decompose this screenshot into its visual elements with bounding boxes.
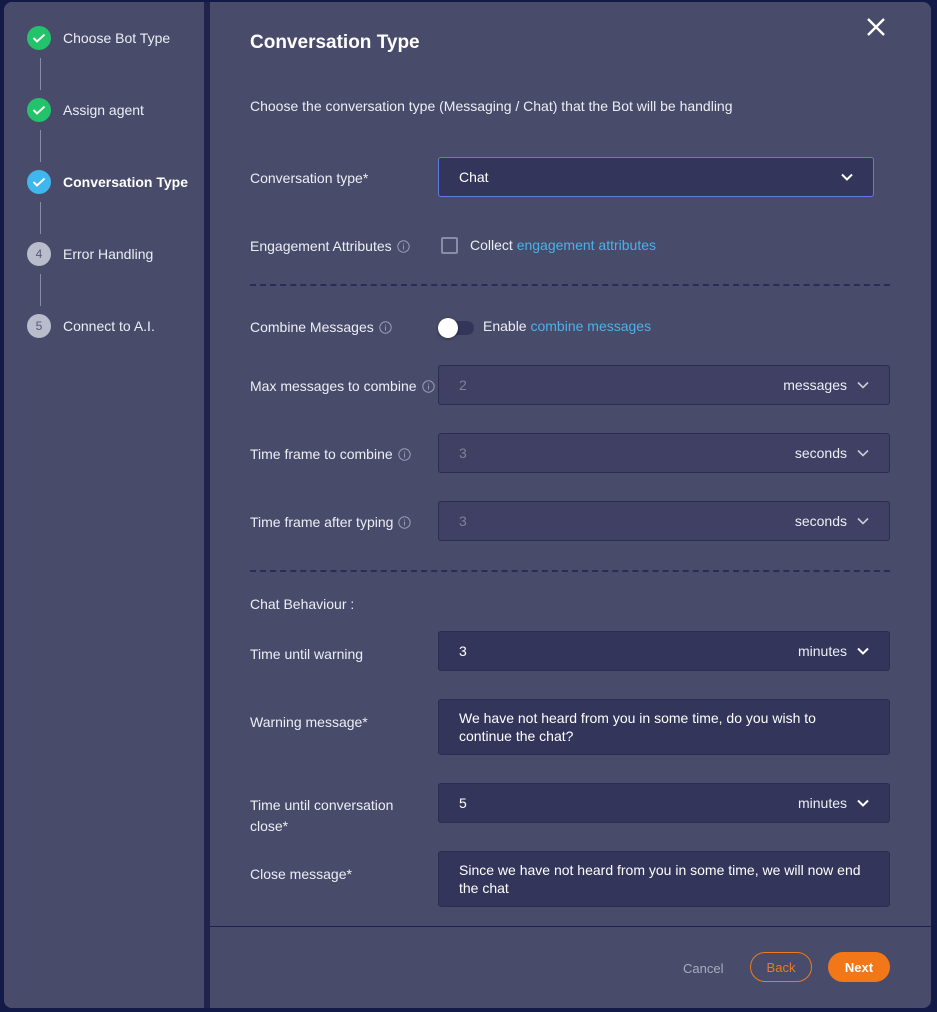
label-text: Close message*	[250, 866, 352, 882]
field-value: 2	[459, 377, 467, 393]
info-icon[interactable]	[397, 448, 411, 461]
page-description: Choose the conversation type (Messaging …	[250, 98, 733, 114]
engagement-attributes-label: Engagement Attributes	[250, 236, 410, 257]
time-until-close-label: Time until conversation close*	[250, 795, 393, 837]
time-frame-typing-label: Time frame after typing	[250, 512, 412, 533]
chevron-down-icon	[857, 449, 869, 457]
wizard-modal: Choose Bot Type Assign agent Conversatio…	[4, 2, 931, 1008]
field-value: 5	[459, 795, 467, 811]
check-icon	[27, 170, 51, 194]
warning-message-textarea[interactable]: We have not heard from you in some time,…	[438, 699, 890, 755]
label-text: Conversation type*	[250, 170, 369, 186]
step-conversation-type[interactable]: Conversation Type	[27, 170, 188, 194]
unit-select[interactable]: minutes	[798, 643, 847, 659]
selected-value: Chat	[459, 169, 489, 185]
warning-message-label: Warning message*	[250, 712, 368, 733]
close-icon[interactable]	[865, 16, 887, 38]
field-value: 3	[459, 445, 467, 461]
step-error-handling[interactable]: 4 Error Handling	[27, 242, 153, 266]
unit-select[interactable]: minutes	[798, 795, 847, 811]
chevron-down-icon	[857, 381, 869, 389]
step-label: Assign agent	[63, 102, 144, 118]
engagement-attributes-link[interactable]: engagement attributes	[517, 237, 656, 253]
time-until-warning-field[interactable]: 3 minutes	[438, 631, 890, 671]
step-connect-ai[interactable]: 5 Connect to A.I.	[27, 314, 155, 338]
chevron-down-icon	[841, 173, 853, 181]
toggle-knob	[438, 318, 458, 338]
next-button[interactable]: Next	[828, 952, 890, 982]
info-icon[interactable]	[396, 240, 410, 253]
close-message-label: Close message*	[250, 864, 352, 885]
main-panel: Conversation Type Choose the conversatio…	[210, 2, 931, 1008]
info-icon[interactable]	[421, 380, 435, 393]
label-text: Time until conversation	[250, 797, 394, 813]
page-title: Conversation Type	[250, 32, 420, 53]
cancel-button[interactable]: Cancel	[683, 961, 723, 976]
step-connector	[40, 202, 41, 234]
info-icon[interactable]	[379, 321, 392, 334]
toggle-prefix: Enable	[483, 318, 527, 334]
chevron-down-icon	[857, 647, 869, 655]
step-number: 4	[27, 242, 51, 266]
check-icon	[27, 98, 51, 122]
max-messages-field[interactable]: 2 messages	[438, 365, 890, 405]
chat-behaviour-heading: Chat Behaviour :	[250, 596, 355, 612]
conversation-type-select[interactable]: Chat	[438, 157, 874, 197]
label-text: Time frame to combine	[250, 446, 393, 462]
label-text: Time until warning	[250, 646, 364, 662]
max-messages-label: Max messages to combine	[250, 376, 435, 397]
time-frame-combine-label: Time frame to combine	[250, 444, 411, 465]
label-text: Time frame after typing	[250, 514, 394, 530]
footer-divider	[210, 926, 931, 927]
field-value: 3	[459, 643, 467, 659]
step-label: Conversation Type	[63, 174, 188, 190]
label-text: Max messages to combine	[250, 378, 417, 394]
close-message-textarea[interactable]: Since we have not heard from you in some…	[438, 851, 890, 907]
combine-messages-link[interactable]: combine messages	[530, 318, 651, 334]
combine-messages-label: Combine Messages	[250, 317, 392, 338]
label-text: Combine Messages	[250, 319, 374, 335]
check-icon	[27, 26, 51, 50]
unit-select[interactable]: messages	[783, 377, 847, 393]
step-assign-agent[interactable]: Assign agent	[27, 98, 144, 122]
section-divider	[250, 570, 890, 572]
combine-messages-toggle[interactable]	[438, 318, 474, 338]
stepper-sidebar: Choose Bot Type Assign agent Conversatio…	[4, 2, 204, 1008]
back-button[interactable]: Back	[750, 952, 812, 982]
field-value: 3	[459, 513, 467, 529]
time-until-warning-label: Time until warning	[250, 644, 363, 665]
combine-toggle-label: Enable combine messages	[483, 318, 651, 334]
time-frame-typing-field[interactable]: 3 seconds	[438, 501, 890, 541]
conversation-type-label: Conversation type*	[250, 168, 368, 189]
chevron-down-icon	[857, 517, 869, 525]
checkbox-prefix: Collect	[470, 237, 513, 253]
step-choose-bot-type[interactable]: Choose Bot Type	[27, 26, 170, 50]
unit-select[interactable]: seconds	[795, 445, 847, 461]
engagement-attributes-checkbox[interactable]	[441, 237, 458, 254]
time-until-close-field[interactable]: 5 minutes	[438, 783, 890, 823]
step-connector	[40, 58, 41, 90]
step-label: Choose Bot Type	[63, 30, 171, 46]
label-text: Warning message*	[250, 714, 368, 730]
step-connector	[40, 130, 41, 162]
step-connector	[40, 274, 41, 306]
chevron-down-icon	[857, 799, 869, 807]
engagement-checkbox-label: Collect engagement attributes	[470, 237, 656, 253]
label-text: Engagement Attributes	[250, 238, 392, 254]
section-divider	[250, 284, 890, 286]
unit-select[interactable]: seconds	[795, 513, 847, 529]
time-frame-combine-field[interactable]: 3 seconds	[438, 433, 890, 473]
info-icon[interactable]	[398, 516, 412, 529]
label-text: close*	[250, 818, 289, 834]
step-label: Error Handling	[63, 246, 154, 262]
step-label: Connect to A.I.	[63, 318, 155, 334]
step-number: 5	[27, 314, 51, 338]
